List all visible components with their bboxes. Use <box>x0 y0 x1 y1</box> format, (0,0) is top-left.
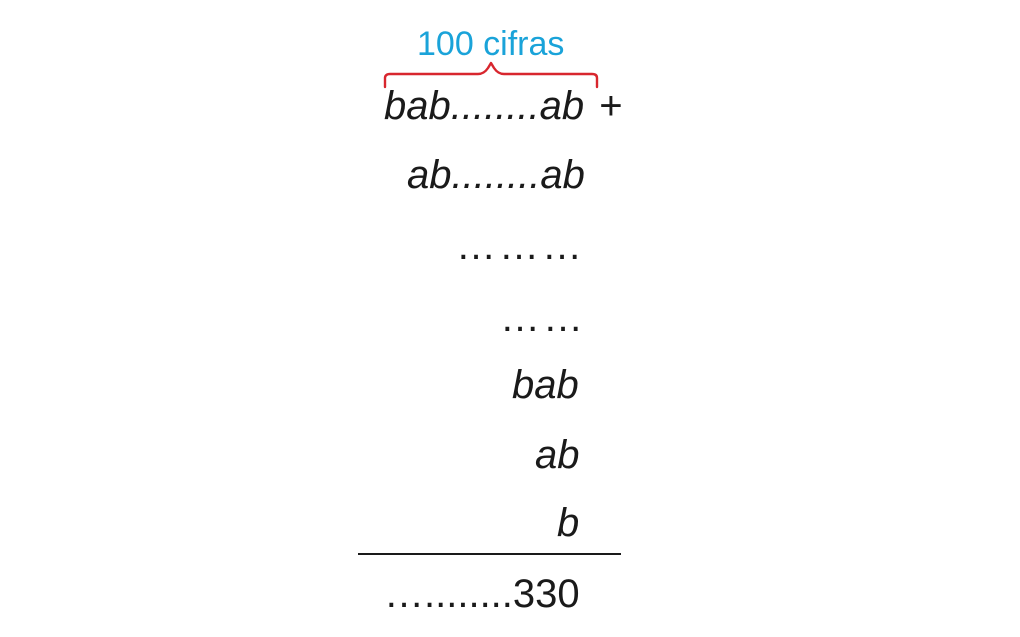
addend-row-ab: ab <box>535 431 580 479</box>
addend-row-1: bab........ab + <box>384 82 623 130</box>
ellipsis-row-1: ……… <box>456 224 585 268</box>
addend-row-b: b <box>557 499 579 547</box>
digit-count-label: 100 cifras <box>417 25 565 63</box>
addend-text: b <box>557 501 580 545</box>
ellipsis-row-2: …… <box>500 296 586 340</box>
plus-sign: + <box>599 84 623 128</box>
sum-line <box>358 553 621 555</box>
result-row: …........330 <box>384 572 580 616</box>
addend-text: bab........ab <box>384 84 585 128</box>
addend-row-2: ab........ab <box>407 151 585 199</box>
addend-text: bab <box>512 363 579 407</box>
addend-text: ab........ab <box>407 153 585 197</box>
addend-text: ab <box>535 433 580 477</box>
addend-row-bab: bab <box>512 361 579 409</box>
